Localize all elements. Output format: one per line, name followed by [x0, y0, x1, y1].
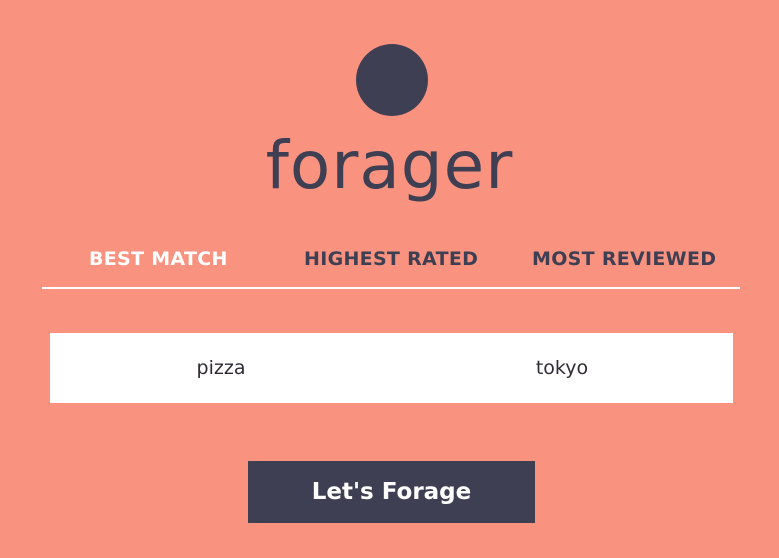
lets-forage-button[interactable]: Let's Forage [248, 461, 535, 523]
sort-tabs: BEST MATCH HIGHEST RATED MOST REVIEWED [42, 240, 740, 289]
search-location-input[interactable] [412, 333, 712, 403]
logo-dot-icon [356, 44, 428, 116]
tab-highest-rated[interactable]: HIGHEST RATED [304, 248, 478, 270]
tab-best-match[interactable]: BEST MATCH [89, 248, 228, 270]
search-term-input[interactable] [71, 333, 371, 403]
tab-most-reviewed[interactable]: MOST REVIEWED [532, 248, 716, 270]
forager-app: forager BEST MATCH HIGHEST RATED MOST RE… [0, 0, 779, 558]
search-box [50, 333, 733, 403]
brand-logo: forager [265, 127, 514, 204]
